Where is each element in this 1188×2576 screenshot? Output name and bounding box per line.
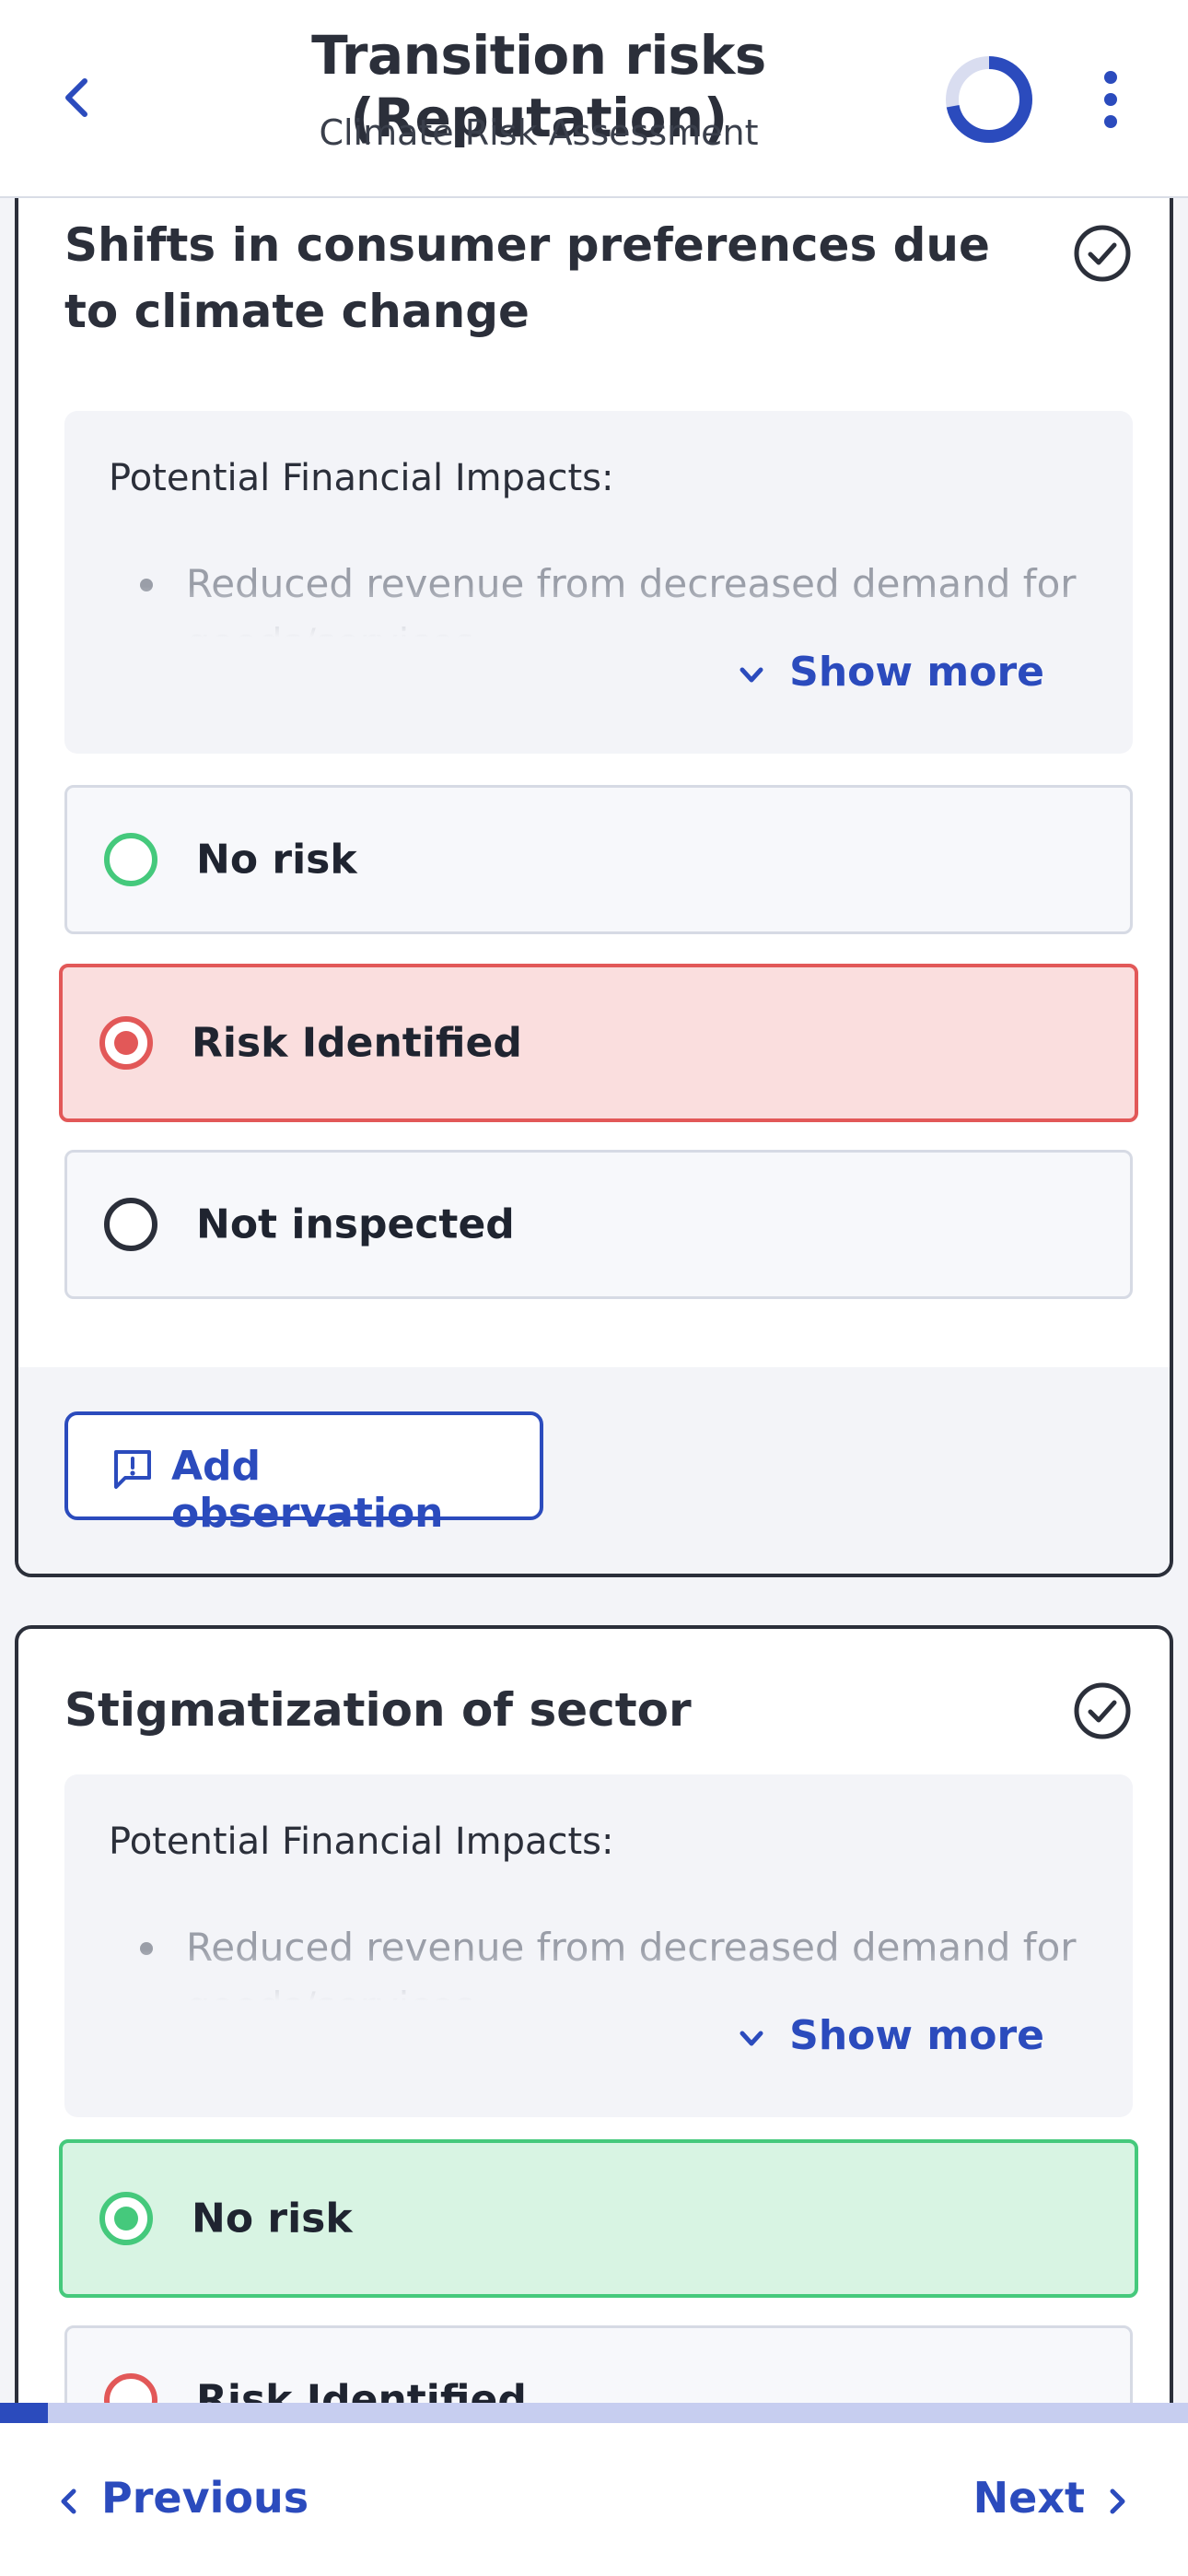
option-no-risk[interactable]: No risk (59, 2139, 1138, 2298)
impacts-panel: Potential Financial Impacts: Reduced rev… (64, 411, 1133, 754)
back-button[interactable] (55, 72, 99, 123)
radio-selected-icon (99, 2192, 153, 2245)
check-circle-icon (1074, 1682, 1131, 1739)
question-list[interactable]: Shifts in consumer preferences due to cl… (0, 197, 1188, 2403)
risk-card-title: Stigmatization of sector (64, 1683, 692, 1737)
risk-card-title: Shifts in consumer preferences due to cl… (64, 218, 990, 338)
chevron-down-icon (740, 667, 763, 683)
radio-icon (104, 2373, 157, 2403)
comment-alert-icon (114, 1450, 151, 1489)
chevron-left-icon (65, 78, 87, 117)
impacts-panel: Potential Financial Impacts: Reduced rev… (64, 1774, 1133, 2117)
app-header: Transition risks (Reputation) Climate Ri… (0, 0, 1188, 198)
chevron-down-icon (740, 2031, 763, 2046)
option-label: Risk Identified (196, 2376, 527, 2404)
observation-area: Add observation (18, 1367, 1170, 1574)
chevron-right-icon (1110, 2488, 1125, 2514)
option-label: Risk Identified (192, 1019, 522, 1067)
show-more-link[interactable]: Show more (740, 2012, 1044, 2067)
progress-fill (0, 2403, 48, 2423)
radio-icon (104, 833, 157, 886)
more-vertical-icon (1104, 71, 1117, 128)
radio-icon (104, 1198, 157, 1251)
impacts-label: Potential Financial Impacts: (109, 457, 614, 499)
risk-card: Shifts in consumer preferences due to cl… (15, 197, 1173, 1577)
assessment-progress-bar (0, 2403, 1188, 2423)
add-observation-label: Add observation (171, 1443, 444, 1537)
page-subtitle: Climate Risk Assessment (319, 112, 759, 153)
impacts-label: Potential Financial Impacts: (109, 1821, 614, 1863)
chevron-left-icon (61, 2488, 76, 2514)
option-label: No risk (196, 836, 357, 884)
check-circle-icon (1074, 225, 1131, 282)
option-label: No risk (192, 2195, 353, 2242)
progress-ring (946, 56, 1032, 143)
risk-card: Stigmatization of sector Potential Finan… (15, 1625, 1173, 2403)
show-more-link[interactable]: Show more (740, 649, 1044, 704)
radio-selected-icon (99, 1016, 153, 1070)
option-risk-identified[interactable]: Risk Identified (64, 2325, 1133, 2403)
add-observation-button[interactable]: Add observation (64, 1411, 543, 1537)
footer-nav: Previous Next (0, 2423, 1188, 2576)
option-not-inspected[interactable]: Not inspected (64, 1150, 1133, 1299)
next-button[interactable]: Next (973, 2473, 1125, 2528)
option-risk-identified[interactable]: Risk Identified (59, 964, 1138, 1122)
option-label: Not inspected (196, 1200, 515, 1248)
option-no-risk[interactable]: No risk (64, 785, 1133, 934)
more-options-button[interactable] (1087, 64, 1135, 135)
previous-button[interactable]: Previous (61, 2473, 309, 2528)
